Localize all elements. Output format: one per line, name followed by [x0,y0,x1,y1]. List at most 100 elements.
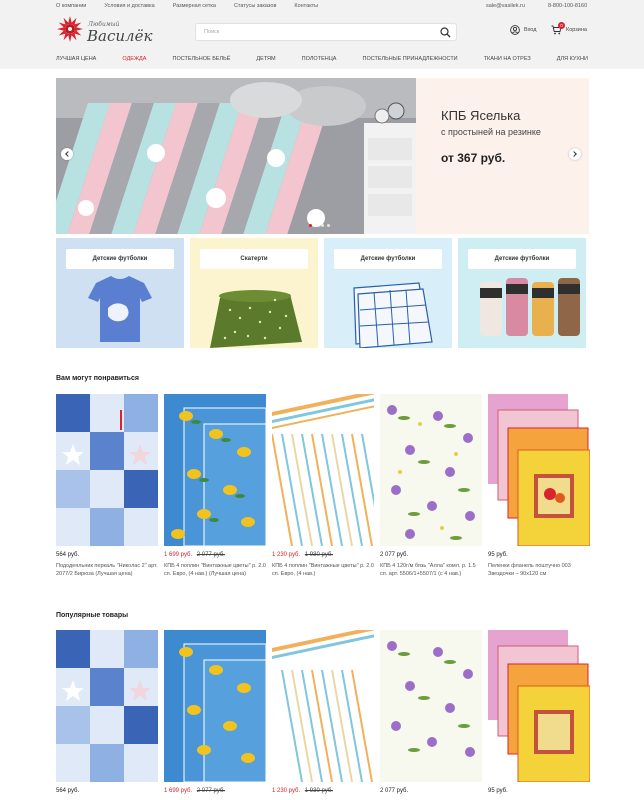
product-old-price: 2 077 руб. [196,788,225,794]
price-row: 1 230 руб. 1 930 руб. [272,788,374,794]
product-card[interactable]: 564 руб. Пододеяльник перкаль "Николас 2… [56,394,158,578]
search-box[interactable]: Поиск [195,23,457,41]
slider-next-icon[interactable] [569,148,581,160]
product-price: 1 230 руб. [272,788,301,794]
category-tile[interactable]: Детские футболки [56,238,184,348]
product-image[interactable] [56,630,158,782]
flannel-diapers-pattern [488,630,590,782]
slider-dot[interactable] [309,224,312,227]
contact-phone[interactable]: 8-800-100-8160 [548,3,587,9]
logo-name: Василёк [87,27,153,45]
top-link-sizes[interactable]: Размерная сетка [173,3,216,9]
login-link[interactable]: Вход [510,25,536,35]
product-old-price: 1 930 руб. [304,552,333,558]
nav-item-towels[interactable]: ПОЛОТЕНЦА [302,56,337,62]
cart-count-badge: 0 [558,22,565,29]
product-card[interactable]: 1 699 руб. 2 077 руб. [164,630,266,794]
top-bar: О компании Условия и доставка Размерная … [0,0,644,11]
product-image[interactable] [164,394,266,546]
site-logo[interactable]: Любимый Василёк [56,15,152,45]
price-row: 95 руб. [488,788,590,794]
product-image[interactable] [488,394,590,546]
product-name[interactable]: КПБ 4 поплин "Винтажные цветы" р. 2.0 сп… [164,562,266,578]
product-name[interactable]: КПБ 4 120г/м бязь "Алла" комл. р. 1.5 сп… [380,562,482,578]
price-row: 1 230 руб. 1 930 руб. [272,552,374,558]
nav-item-best-price[interactable]: ЛУЧШАЯ ЦЕНА [56,56,96,62]
popular-products: 564 руб. 1 699 руб. 2 077 руб. 1 230 руб… [56,630,590,794]
blue-patchwork-pattern [56,630,158,782]
product-price: 95 руб. [488,552,508,558]
nav-item-kids[interactable]: ДЕТЯМ [256,56,275,62]
product-card[interactable]: 95 руб. Пеленки фланель поштучно 003 Зве… [488,394,590,578]
product-price: 564 руб. [56,788,80,794]
popular-section-title: Популярные товары [56,612,129,619]
nav-item-bed-accessories[interactable]: ПОСТЕЛЬНЫЕ ПРИНАДЛЕЖНОСТИ [363,56,458,62]
price-row: 1 699 руб. 2 077 руб. [164,788,266,794]
category-tile[interactable]: Детские футболки [324,238,452,348]
main-nav: ЛУЧШАЯ ЦЕНА ОДЕЖДА ПОСТЕЛЬНОЕ БЕЛЬЁ ДЕТЯ… [56,56,588,62]
product-card[interactable]: 95 руб. [488,630,590,794]
cornflower-logo-icon [57,16,83,42]
price-row: 1 699 руб. 2 077 руб. [164,552,266,558]
category-tile-label: Детские футболки [66,249,174,269]
category-tile[interactable]: Детские футболки [458,238,586,348]
slider-dots [309,224,330,227]
recommended-section-title: Вам могут понравиться [56,375,139,382]
product-name[interactable]: Пододеяльник перкаль "Николас 2" арт. 20… [56,562,158,578]
search-icon[interactable] [440,27,451,38]
hero-banner[interactable]: КПБ Яселька с простыней на резинке от 36… [56,78,589,234]
product-image[interactable] [272,394,374,546]
slider-prev-icon[interactable] [61,148,73,160]
product-card[interactable]: 1 230 руб. 1 930 руб. КПБ 4 поплин "Винт… [272,394,374,578]
top-link-delivery[interactable]: Условия и доставка [104,3,154,9]
product-image[interactable] [380,394,482,546]
striped-towel-pattern [272,630,374,782]
category-tile[interactable]: Скатерти [190,238,318,348]
login-label: Вход [524,27,537,33]
cart-link[interactable]: 0 Корзина [551,22,587,35]
product-card[interactable]: 564 руб. [56,630,158,794]
floral-pattern [380,394,482,546]
site-header: О компании Условия и доставка Размерная … [0,0,644,69]
cart-label: Корзина [566,27,587,33]
slider-dot[interactable] [327,224,330,227]
slider-dot[interactable] [315,224,318,227]
product-card[interactable]: 1 230 руб. 1 930 руб. [272,630,374,794]
product-image[interactable] [164,630,266,782]
nav-item-clothing[interactable]: ОДЕЖДА [122,56,146,62]
top-link-about[interactable]: О компании [56,3,86,9]
nav-item-kitchen[interactable]: ДЛЯ КУХНИ [557,56,588,62]
hero-title: КПБ Яселька [441,108,521,123]
product-price: 2 077 руб. [380,552,409,558]
product-image[interactable] [272,630,374,782]
hero-subtitle: с простыней на резинке [441,127,541,137]
search-input[interactable]: Поиск [204,29,219,35]
product-price: 1 230 руб. [272,552,301,558]
lemon-pattern [164,394,266,546]
product-image[interactable] [56,394,158,546]
striped-towel-pattern [272,394,374,546]
product-image[interactable] [488,630,590,782]
nav-item-fabrics[interactable]: ТКАНИ НА ОТРЕЗ [484,56,531,62]
price-row: 564 руб. [56,788,158,794]
product-price: 95 руб. [488,788,508,794]
category-tile-label: Скатерти [200,249,308,269]
top-link-contacts[interactable]: Контакты [294,3,318,9]
category-tile-label: Детские футболки [334,249,442,269]
slider-dot[interactable] [321,224,324,227]
product-card[interactable]: 2 077 руб. [380,630,482,794]
category-tile-label: Детские футболки [468,249,576,269]
contact-email[interactable]: sale@vasilek.ru [486,3,525,9]
product-name[interactable]: Пеленки фланель поштучно 003 Звездочки –… [488,562,590,578]
price-row: 95 руб. [488,552,590,558]
product-card[interactable]: 2 077 руб. КПБ 4 120г/м бязь "Алла" комл… [380,394,482,578]
product-image[interactable] [380,630,482,782]
nav-item-bedding[interactable]: ПОСТЕЛЬНОЕ БЕЛЬЁ [172,56,230,62]
category-tiles: Детские футболки Скатерти Детские футбол… [56,238,589,348]
user-icon [510,25,520,35]
product-card[interactable]: 1 699 руб. 2 077 руб. КПБ 4 поплин "Винт… [164,394,266,578]
recommended-products: 564 руб. Пододеяльник перкаль "Николас 2… [56,394,590,578]
floral-pattern [380,630,482,782]
product-name[interactable]: КПБ 4 поплин "Винтажные цветы" р. 2.0 сп… [272,562,374,578]
top-link-order-status[interactable]: Статусы заказов [234,3,276,9]
